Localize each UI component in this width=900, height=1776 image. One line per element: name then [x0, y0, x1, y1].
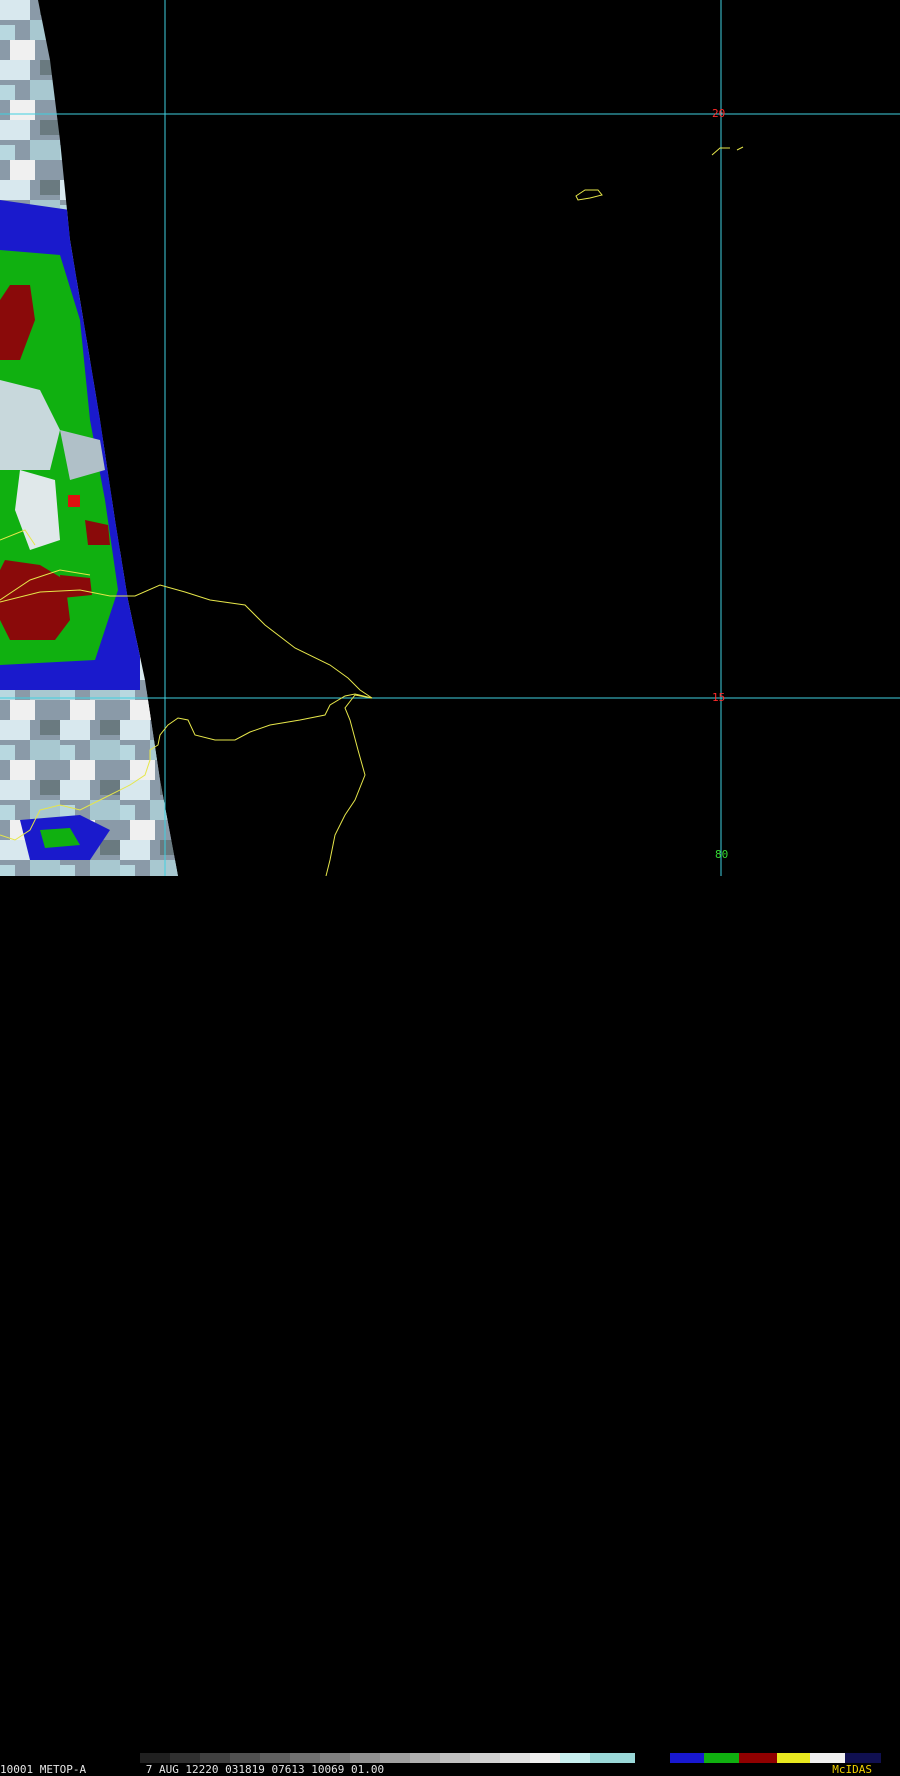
lat-label-20: 20	[712, 107, 726, 120]
mcidas-brand: McIDAS	[832, 1763, 872, 1776]
color-bar	[0, 1753, 900, 1763]
frame-number: 1	[0, 1763, 7, 1776]
lat-label-15: 15	[712, 691, 726, 704]
island-outline-3	[736, 146, 744, 151]
island-outline	[575, 189, 603, 201]
image-info-line: 10001 METOP-A 7 AUG 12220 031819 07613 1…	[0, 1763, 384, 1776]
satellite-image-svg	[0, 0, 900, 876]
mcidas-footer: 10001 METOP-A 7 AUG 12220 031819 07613 1…	[0, 876, 900, 1776]
imagery-swath	[0, 0, 178, 876]
satellite-image: 20 15 80	[0, 0, 900, 876]
lon-label-80: 80	[715, 848, 729, 861]
image-info-text: 0001 METOP-A 7 AUG 12220 031819 07613 10…	[6, 1763, 385, 1776]
